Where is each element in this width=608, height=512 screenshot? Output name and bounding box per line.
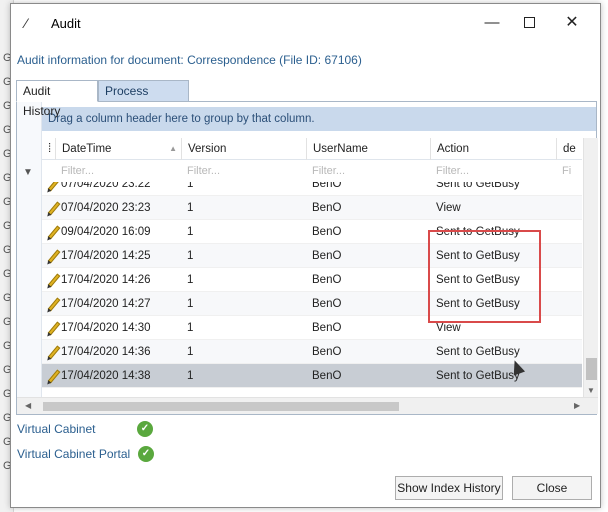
check-icon: ✓ xyxy=(137,421,153,437)
minimize-button[interactable]: — xyxy=(477,12,507,34)
horizontal-scroll-thumb[interactable] xyxy=(43,402,399,411)
version-cell: 1 xyxy=(187,250,194,262)
username-cell: BenO xyxy=(312,250,342,262)
scroll-down-icon[interactable]: ▼ xyxy=(587,386,595,395)
version-cell: 1 xyxy=(187,226,194,238)
action-cell: Sent to GetBusy xyxy=(436,182,520,190)
version-cell: 1 xyxy=(187,298,194,310)
tab-audit-history[interactable]: Audit History xyxy=(16,80,98,118)
action-cell: Sent to GetBusy xyxy=(436,346,520,358)
username-cell: BenO xyxy=(312,226,342,238)
username-cell: BenO xyxy=(312,202,342,214)
column-header-label: UserName xyxy=(313,143,368,155)
table-row[interactable]: 09/04/2020 16:09 1 BenO Sent to GetBusy xyxy=(42,220,582,244)
maximize-button[interactable] xyxy=(514,12,544,34)
datetime-cell: 17/04/2020 14:38 xyxy=(61,370,151,382)
datetime-cell: 17/04/2020 14:26 xyxy=(61,274,151,286)
action-cell: View xyxy=(436,322,461,334)
datetime-cell: 17/04/2020 14:30 xyxy=(61,322,151,334)
table-row[interactable]: 07/04/2020 23:22 1 BenO Sent to GetBusy xyxy=(42,182,582,196)
filter-version[interactable]: Filter... xyxy=(181,160,220,182)
action-cell: Sent to GetBusy xyxy=(436,298,520,310)
scroll-right-icon[interactable]: ▶ xyxy=(574,401,580,410)
username-cell: BenO xyxy=(312,370,342,382)
table-row[interactable]: 17/04/2020 14:38 1 BenO Sent to GetBusy xyxy=(42,364,582,388)
column-header-label: Action xyxy=(437,143,469,155)
datetime-cell: 17/04/2020 14:27 xyxy=(61,298,151,310)
filter-icon[interactable]: ▼ xyxy=(23,167,33,178)
action-cell: Sent to GetBusy xyxy=(436,274,520,286)
username-cell: BenO xyxy=(312,182,342,190)
column-header-truncated[interactable]: de xyxy=(556,138,582,160)
action-cell: Sent to GetBusy xyxy=(436,250,520,262)
audit-grid-panel: ▼ Drag a column header here to group by … xyxy=(16,101,598,415)
table-row[interactable]: 17/04/2020 14:27 1 BenO Sent to GetBusy xyxy=(42,292,582,316)
table-row[interactable]: 07/04/2020 23:23 1 BenO View xyxy=(42,196,582,220)
check-icon: ✓ xyxy=(138,446,154,462)
version-cell: 1 xyxy=(187,202,194,214)
column-header-label: DateTime xyxy=(62,143,112,155)
grid-rows: 07/04/2020 23:22 1 BenO Sent to GetBusy 07/0… xyxy=(42,182,582,397)
show-index-history-button[interactable]: Show Index History xyxy=(395,476,503,500)
filter-action[interactable]: Filter... xyxy=(430,160,469,182)
status-label: Virtual Cabinet Portal xyxy=(17,447,131,461)
close-window-button[interactable]: ✕ xyxy=(557,12,587,34)
status-virtual-cabinet-portal: Virtual Cabinet Portal xyxy=(17,447,130,461)
column-header-username[interactable]: UserName xyxy=(306,138,430,160)
window-title: Audit xyxy=(51,16,81,31)
action-cell: Sent to GetBusy xyxy=(436,226,520,238)
vertical-scroll-thumb[interactable] xyxy=(586,358,597,380)
datetime-cell: 07/04/2020 23:22 xyxy=(61,182,151,190)
filter-truncated[interactable]: Fi xyxy=(556,160,571,182)
version-cell: 1 xyxy=(187,182,194,190)
filter-row: Filter... Filter... Filter... Filter... … xyxy=(42,160,582,182)
status-virtual-cabinet: Virtual Cabinet xyxy=(17,422,96,436)
version-cell: 1 xyxy=(187,346,194,358)
group-by-area[interactable]: Drag a column header here to group by th… xyxy=(42,107,596,131)
column-header-label: Version xyxy=(188,143,227,155)
vertical-scrollbar[interactable]: ▼ xyxy=(583,138,598,397)
sort-arrow-icon: ▲ xyxy=(169,144,177,153)
username-cell: BenO xyxy=(312,346,342,358)
username-cell: BenO xyxy=(312,274,342,286)
action-cell: View xyxy=(436,202,461,214)
tab-process-history[interactable]: Process History xyxy=(98,80,189,118)
scroll-left-icon[interactable]: ◀ xyxy=(25,401,31,410)
datetime-cell: 09/04/2020 16:09 xyxy=(61,226,151,238)
column-header-datetime[interactable]: DateTime ▲ xyxy=(55,138,181,160)
action-cell: Sent to GetBusy xyxy=(436,370,520,382)
version-cell: 1 xyxy=(187,370,194,382)
version-cell: 1 xyxy=(187,274,194,286)
title-bar: ⁄ Audit — ✕ xyxy=(11,4,600,42)
status-label: Virtual Cabinet xyxy=(17,422,96,436)
datetime-cell: 07/04/2020 23:23 xyxy=(61,202,151,214)
column-header-label: de xyxy=(563,143,576,155)
column-header-version[interactable]: Version xyxy=(181,138,306,160)
column-header-action[interactable]: Action xyxy=(430,138,556,160)
horizontal-scrollbar[interactable]: ◀ ▶ xyxy=(17,397,598,414)
row-indicator-column: ▼ xyxy=(17,102,42,397)
username-cell: BenO xyxy=(312,322,342,334)
select-column-header[interactable]: ⁞ xyxy=(42,138,55,160)
username-cell: BenO xyxy=(312,298,342,310)
datetime-cell: 17/04/2020 14:25 xyxy=(61,250,151,262)
version-cell: 1 xyxy=(187,322,194,334)
audit-dialog: ⁄ Audit — ✕ Audit information for docume… xyxy=(10,3,601,508)
filter-datetime[interactable]: Filter... xyxy=(55,160,94,182)
document-info-label: Audit information for document: Correspo… xyxy=(17,53,362,67)
table-row[interactable]: 17/04/2020 14:26 1 BenO Sent to GetBusy xyxy=(42,268,582,292)
app-logo-icon: ⁄ xyxy=(25,15,28,31)
grid-header-row: ⁞ DateTime ▲ Version UserName Action de xyxy=(42,138,582,160)
datetime-cell: 17/04/2020 14:36 xyxy=(61,346,151,358)
close-button[interactable]: Close xyxy=(512,476,592,500)
table-row[interactable]: 17/04/2020 14:36 1 BenO Sent to GetBusy xyxy=(42,340,582,364)
table-row[interactable]: 17/04/2020 14:30 1 BenO View xyxy=(42,316,582,340)
filter-username[interactable]: Filter... xyxy=(306,160,345,182)
table-row[interactable]: 17/04/2020 14:25 1 BenO Sent to GetBusy xyxy=(42,244,582,268)
